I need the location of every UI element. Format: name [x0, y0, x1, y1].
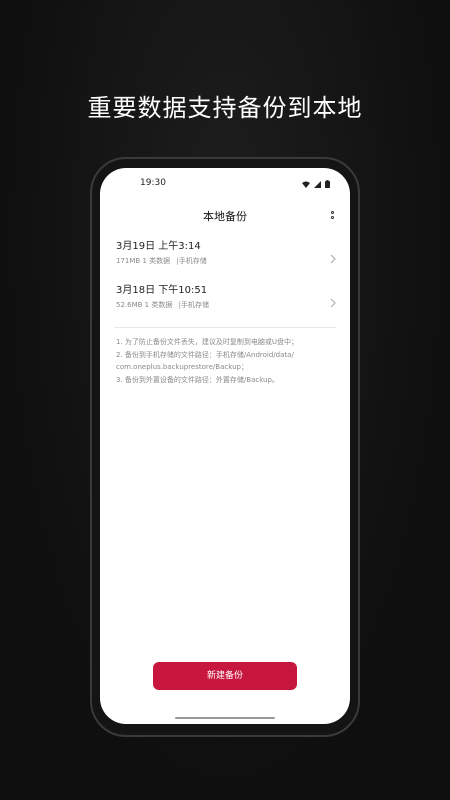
chevron-right-icon: [330, 249, 336, 268]
backup-types: 1 类数据: [142, 257, 171, 265]
status-time: 19:30: [140, 178, 166, 188]
more-options-button[interactable]: [328, 208, 336, 222]
backup-title: 3月18日 下午10:51: [116, 285, 208, 296]
note-line: com.oneplus.backuprestore/Backup；: [116, 363, 248, 371]
more-vert-icon-dot: [330, 216, 334, 219]
backup-title: 3月19日 上午3:14: [116, 241, 201, 252]
backup-meta: 171MB 1 类数据 |手机存储: [116, 256, 350, 266]
backup-location: |手机存储: [176, 257, 207, 265]
promo-screen: 重要数据支持备份到本地 19:30 本地备份 3月19日 上午3:14 171M…: [0, 0, 450, 800]
signal-icon: [314, 180, 321, 188]
note-line: 2. 备份到手机存储的文件路径：手机存储/Android/data/: [116, 350, 294, 359]
phone-screen: 19:30 本地备份 3月19日 上午3:14 171MB 1 类数据 |手机存…: [100, 168, 350, 724]
home-indicator[interactable]: [175, 717, 275, 719]
backup-item[interactable]: 3月19日 上午3:14 171MB 1 类数据 |手机存储: [100, 240, 350, 284]
backup-item[interactable]: 3月18日 下午10:51 52.6MB 1 类数据 |手机存储: [100, 284, 350, 328]
note-line: 1. 为了防止备份文件丢失，建议及时复制到电脑或U盘中；: [116, 338, 299, 346]
status-icons: [302, 180, 330, 188]
promo-headline: 重要数据支持备份到本地: [87, 94, 363, 122]
backup-types: 1 类数据: [144, 301, 173, 309]
more-vert-icon: [330, 211, 334, 214]
backup-notes: 1. 为了防止备份文件丢失，建议及时复制到电脑或U盘中； 2. 备份到手机存储的…: [116, 336, 338, 386]
page-title: 本地备份: [203, 210, 247, 223]
divider: [114, 327, 336, 328]
wifi-icon: [302, 181, 310, 188]
backup-size: 171MB: [116, 257, 141, 265]
chevron-right-icon: [330, 293, 336, 312]
app-bar: 本地备份: [100, 206, 350, 226]
new-backup-button[interactable]: 新建备份: [153, 662, 297, 690]
note-line: 3. 备份到外置设备的文件路径：外置存储/Backup。: [116, 375, 279, 384]
battery-icon: [325, 180, 330, 188]
backup-meta: 52.6MB 1 类数据 |手机存储: [116, 300, 350, 310]
status-bar: 19:30: [100, 178, 350, 192]
backup-size: 52.6MB: [116, 301, 143, 309]
backup-location: |手机存储: [178, 301, 209, 309]
backup-list: 3月19日 上午3:14 171MB 1 类数据 |手机存储 3月18日 下午1…: [100, 240, 350, 328]
